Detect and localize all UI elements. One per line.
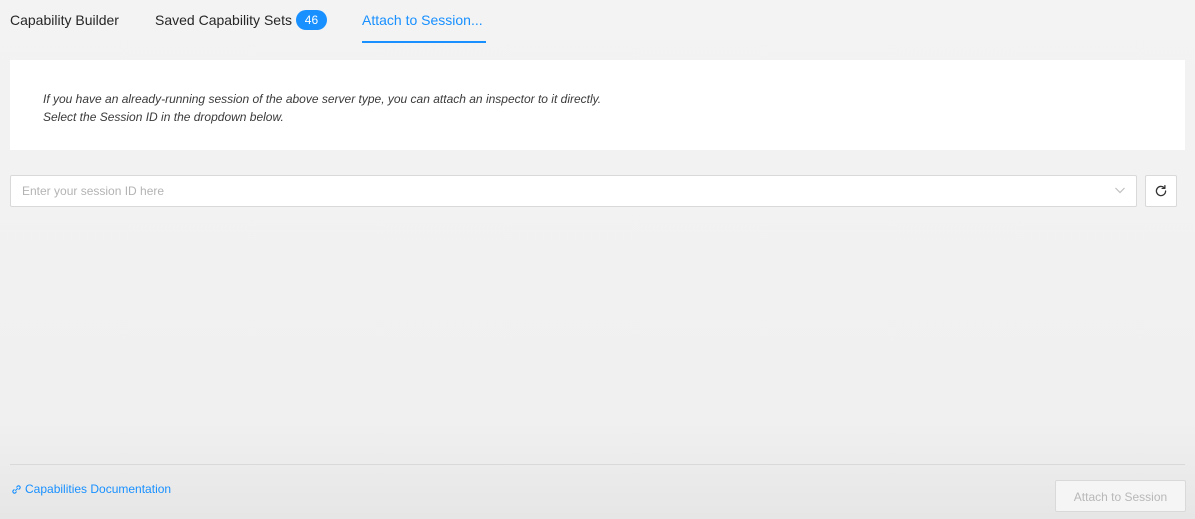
session-id-input[interactable] (22, 176, 1102, 206)
info-text-line: If you have an already-running session o… (43, 92, 602, 106)
tab-label: Saved Capability Sets (155, 12, 292, 28)
info-card: If you have an already-running session o… (10, 60, 1185, 150)
info-text-line: Select the Session ID in the dropdown be… (43, 110, 284, 124)
footer-divider (10, 464, 1185, 465)
refresh-sessions-button[interactable] (1145, 175, 1177, 207)
tab-attach-to-session[interactable]: Attach to Session... (362, 0, 486, 43)
doc-link-label: Capabilities Documentation (25, 482, 172, 496)
chevron-down-icon (1115, 187, 1125, 194)
count-badge: 46 (295, 10, 327, 31)
tab-capability-builder[interactable]: Capability Builder (10, 0, 119, 43)
tab-bar: Capability Builder Saved Capability Sets… (0, 0, 1195, 43)
tab-label: Attach to Session... (362, 12, 483, 28)
active-tab-indicator (362, 41, 486, 43)
attach-to-session-button[interactable]: Attach to Session (1055, 480, 1186, 512)
refresh-icon (1155, 184, 1167, 197)
link-icon (12, 485, 21, 494)
capabilities-documentation-link[interactable]: Capabilities Documentation (11, 481, 171, 497)
session-id-select[interactable] (10, 175, 1137, 207)
tab-saved-capability-sets[interactable]: Saved Capability Sets 46 (155, 0, 327, 43)
tab-label: Capability Builder (10, 12, 119, 28)
